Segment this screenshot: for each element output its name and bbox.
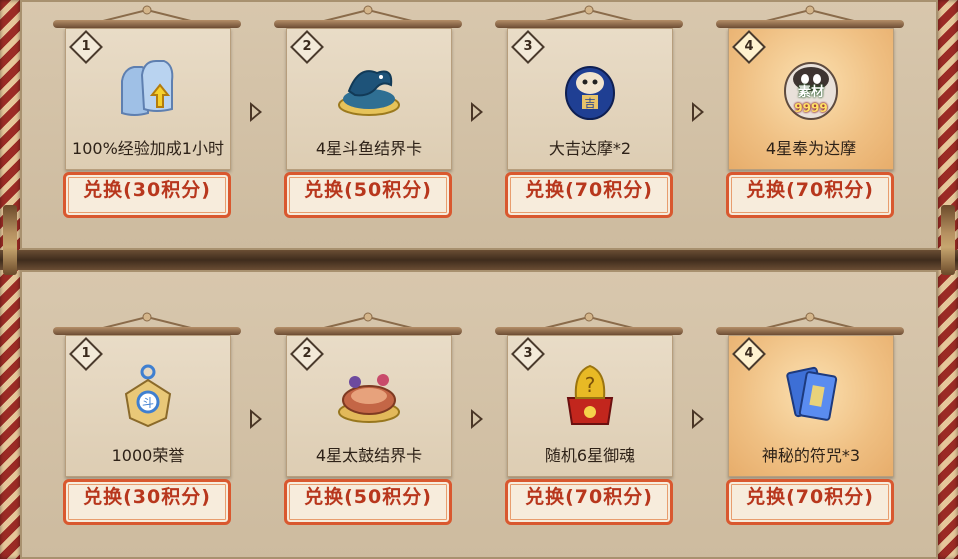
reward-card: 1 斗 1000荣誉兑换(30积分) bbox=[53, 311, 241, 525]
item-name: 随机6星御魂 bbox=[544, 446, 636, 465]
item-name: 大吉达摩*2 bbox=[548, 139, 632, 158]
right-tassel-icon bbox=[941, 205, 955, 275]
scroll-rod bbox=[53, 327, 241, 335]
fighting-fish-barrier-card-icon bbox=[333, 51, 405, 123]
exchange-button[interactable]: 兑换(70积分) bbox=[505, 172, 673, 218]
left-frame-pillar bbox=[0, 0, 20, 559]
scroll-rod bbox=[274, 20, 462, 28]
material-label: 素材 bbox=[797, 85, 824, 100]
item-name: 100%经验加成1小时 bbox=[72, 139, 224, 158]
reward-scroll: 2 4星斗鱼结界卡 bbox=[286, 28, 452, 170]
tier-number: 3 bbox=[523, 346, 533, 361]
tier-badge: 3 bbox=[511, 337, 545, 371]
exchange-button[interactable]: 兑换(70积分) bbox=[726, 479, 894, 525]
item-name: 4星奉为达摩 bbox=[765, 139, 857, 158]
reward-scroll: 1 100%经验加成1小时 bbox=[65, 28, 231, 170]
scroll-rod bbox=[495, 20, 683, 28]
tier-number: 3 bbox=[523, 39, 533, 54]
next-arrow-icon bbox=[250, 102, 262, 122]
tier-number: 4 bbox=[744, 39, 754, 54]
tier-badge: 3 bbox=[511, 30, 545, 64]
item-name: 4星太鼓结界卡 bbox=[315, 446, 423, 465]
next-arrow-icon bbox=[250, 409, 262, 429]
reward-card: 4 素材 9999 4星奉为达摩兑换(70积分) bbox=[716, 4, 904, 218]
left-tassel-icon bbox=[3, 205, 17, 275]
row-divider bbox=[0, 250, 958, 270]
reward-card: 2 4星太鼓结界卡兑换(50积分) bbox=[274, 311, 462, 525]
exchange-button[interactable]: 兑换(70积分) bbox=[726, 172, 894, 218]
reward-scroll: 3? 随机6星御魂 bbox=[507, 335, 673, 477]
reward-card: 3? 随机6星御魂兑换(70积分) bbox=[495, 311, 683, 525]
honor-token-icon: 斗 bbox=[112, 358, 184, 430]
reward-scroll: 2 4星太鼓结界卡 bbox=[286, 335, 452, 477]
reward-scroll: 3 吉大吉达摩*2 bbox=[507, 28, 673, 170]
exchange-button[interactable]: 兑换(50积分) bbox=[284, 172, 452, 218]
svg-text:斗: 斗 bbox=[142, 396, 154, 410]
offering-daruma-icon: 素材 9999 bbox=[775, 51, 847, 123]
reward-scroll: 4 素材 9999 4星奉为达摩 bbox=[728, 28, 894, 170]
reward-card: 1 100%经验加成1小时兑换(30积分) bbox=[53, 4, 241, 218]
exp-boost-bags-icon bbox=[112, 51, 184, 123]
tier-badge: 2 bbox=[290, 337, 324, 371]
reward-card: 2 4星斗鱼结界卡兑换(50积分) bbox=[274, 4, 462, 218]
next-arrow-icon bbox=[471, 409, 483, 429]
right-frame-pillar bbox=[938, 0, 958, 559]
tier-number: 2 bbox=[302, 39, 312, 54]
next-arrow-icon bbox=[692, 102, 704, 122]
reward-scroll: 4 神秘的符咒*3 bbox=[728, 335, 894, 477]
scroll-rod bbox=[495, 327, 683, 335]
tier-number: 1 bbox=[81, 346, 91, 361]
tier-badge: 4 bbox=[732, 337, 766, 371]
scroll-rod bbox=[716, 20, 904, 28]
next-arrow-icon bbox=[692, 409, 704, 429]
next-arrow-icon bbox=[471, 102, 483, 122]
mystery-talisman-icon bbox=[775, 358, 847, 430]
scroll-rod bbox=[53, 20, 241, 28]
exchange-button[interactable]: 兑换(50积分) bbox=[284, 479, 452, 525]
mystery-soul-bag-icon: ? bbox=[554, 358, 626, 430]
tier-number: 4 bbox=[744, 346, 754, 361]
reward-card: 3 吉大吉达摩*2 兑换(70积分) bbox=[495, 4, 683, 218]
scroll-rod bbox=[716, 327, 904, 335]
scroll-rod bbox=[274, 327, 462, 335]
tier-number: 2 bbox=[302, 346, 312, 361]
reward-scroll: 1 斗 1000荣誉 bbox=[65, 335, 231, 477]
taiko-drum-barrier-card-icon bbox=[333, 358, 405, 430]
svg-text:吉: 吉 bbox=[585, 97, 596, 110]
tier-number: 1 bbox=[81, 39, 91, 54]
reward-card: 4 神秘的符咒*3 兑换(70积分) bbox=[716, 311, 904, 525]
tier-badge: 4 bbox=[732, 30, 766, 64]
item-name: 1000荣誉 bbox=[111, 446, 185, 465]
exchange-button[interactable]: 兑换(30积分) bbox=[63, 479, 231, 525]
svg-text:?: ? bbox=[585, 373, 596, 397]
tier-badge: 1 bbox=[69, 337, 103, 371]
exchange-button[interactable]: 兑换(70积分) bbox=[505, 479, 673, 525]
tier-badge: 2 bbox=[290, 30, 324, 64]
tier-badge: 1 bbox=[69, 30, 103, 64]
item-name: 4星斗鱼结界卡 bbox=[315, 139, 423, 158]
daruma-doll-icon: 吉 bbox=[554, 51, 626, 123]
exchange-button[interactable]: 兑换(30积分) bbox=[63, 172, 231, 218]
item-name: 神秘的符咒*3 bbox=[761, 446, 861, 465]
material-count: 9999 bbox=[794, 101, 828, 115]
